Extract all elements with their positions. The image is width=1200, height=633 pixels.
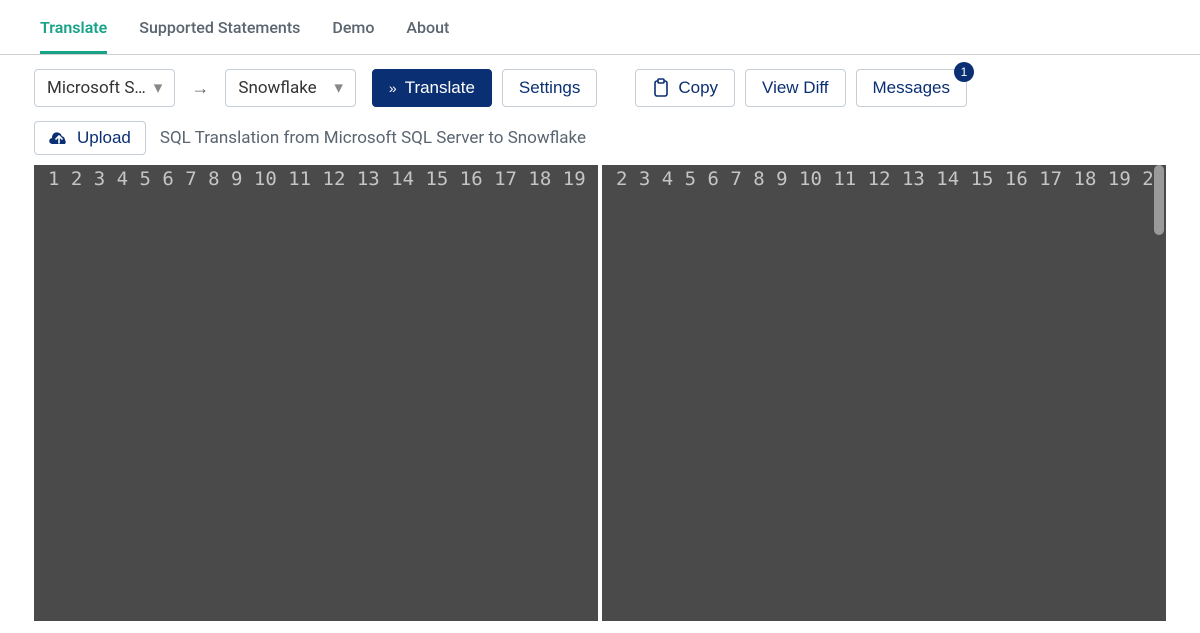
caret-down-icon: ▾ xyxy=(334,78,343,98)
upload-button[interactable]: Upload xyxy=(34,121,146,155)
caret-down-icon: ▾ xyxy=(154,78,163,98)
source-db-select[interactable]: Microsoft S… ▾ xyxy=(34,69,175,107)
copy-label: Copy xyxy=(678,78,718,98)
translate-label: Translate xyxy=(405,78,475,98)
translation-caption: SQL Translation from Microsoft SQL Serve… xyxy=(160,128,586,148)
settings-button[interactable]: Settings xyxy=(502,69,597,107)
toolbar: Microsoft S… ▾ → Snowflake ▾ » Translate… xyxy=(0,55,1200,121)
target-gutter: 2 3 4 5 6 7 8 9 10 11 12 13 14 15 16 17 … xyxy=(602,165,1166,621)
copy-button[interactable]: Copy xyxy=(635,69,735,107)
scrollbar-thumb[interactable] xyxy=(1154,165,1164,235)
tab-about[interactable]: About xyxy=(406,18,449,54)
target-db-select[interactable]: Snowflake ▾ xyxy=(225,69,356,107)
viewdiff-label: View Diff xyxy=(762,78,828,98)
target-db-label: Snowflake xyxy=(238,78,326,98)
tab-demo[interactable]: Demo xyxy=(332,18,374,54)
source-editor[interactable]: 1 2 3 4 5 6 7 8 9 10 11 12 13 14 15 16 1… xyxy=(34,165,598,621)
toolbar-secondary: Upload SQL Translation from Microsoft SQ… xyxy=(0,121,1200,165)
translate-button[interactable]: » Translate xyxy=(372,69,492,107)
upload-label: Upload xyxy=(77,128,131,148)
settings-label: Settings xyxy=(519,78,580,98)
messages-button[interactable]: Messages 1 xyxy=(856,69,967,107)
chevron-double-icon: » xyxy=(389,80,397,96)
viewdiff-button[interactable]: View Diff xyxy=(745,69,845,107)
editors-container: 1 2 3 4 5 6 7 8 9 10 11 12 13 14 15 16 1… xyxy=(34,165,1166,621)
upload-icon xyxy=(49,130,69,146)
messages-badge: 1 xyxy=(954,62,974,82)
arrow-right-icon: → xyxy=(185,78,215,99)
messages-label: Messages xyxy=(873,78,950,98)
target-editor[interactable]: 2 3 4 5 6 7 8 9 10 11 12 13 14 15 16 17 … xyxy=(602,165,1166,621)
clipboard-icon xyxy=(652,78,670,98)
tab-translate[interactable]: Translate xyxy=(40,18,107,54)
source-db-label: Microsoft S… xyxy=(47,78,146,98)
tab-supported[interactable]: Supported Statements xyxy=(139,18,300,54)
source-gutter: 1 2 3 4 5 6 7 8 9 10 11 12 13 14 15 16 1… xyxy=(34,165,598,621)
nav-tabs: Translate Supported Statements Demo Abou… xyxy=(0,0,1200,55)
